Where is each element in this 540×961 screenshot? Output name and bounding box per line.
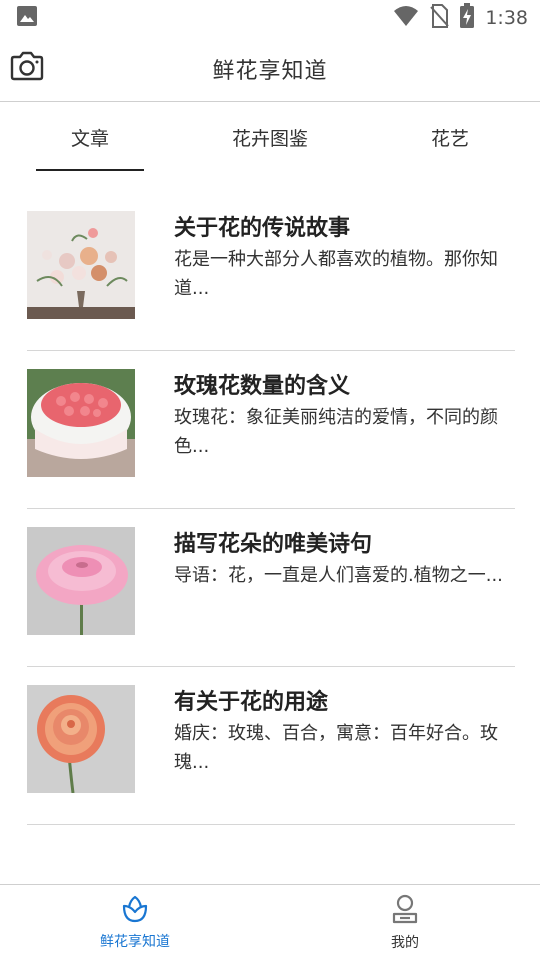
- article-title: 玫瑰花数量的含义: [174, 374, 351, 399]
- wifi-icon: [393, 5, 419, 31]
- article-description: 玫瑰花：象征美丽纯洁的爱情，不同的颜色...: [174, 407, 498, 457]
- no-sim-icon: [429, 4, 450, 32]
- profile-icon: [391, 894, 419, 928]
- image-notification-icon: [16, 5, 38, 31]
- article-text: 描写花朵的唯美诗句 导语：花，一直是人们喜爱的.植物之一...: [174, 527, 515, 590]
- article-item[interactable]: 玫瑰花数量的含义 玫瑰花：象征美丽纯洁的爱情，不同的颜色...: [27, 351, 515, 509]
- camera-icon: [9, 51, 45, 85]
- article-item[interactable]: 有关于花的用途 婚庆：玫瑰、百合，寓意：百年好合。玫瑰...: [27, 667, 515, 825]
- article-title: 关于花的传说故事: [174, 216, 351, 241]
- article-title: 有关于花的用途: [174, 690, 329, 715]
- bottom-nav: 鲜花享知道 我的: [0, 884, 540, 960]
- article-thumbnail: [27, 527, 135, 635]
- article-description: 导语：花，一直是人们喜爱的.植物之一...: [174, 565, 503, 586]
- tab-bar: 文章 花卉图鉴 花艺: [0, 103, 540, 171]
- article-thumbnail: [27, 685, 135, 793]
- article-text: 关于花的传说故事 花是一种大部分人都喜欢的植物。那你知道...: [174, 211, 515, 303]
- article-list: 关于花的传说故事 花是一种大部分人都喜欢的植物。那你知道... 玫瑰花数量的含义…: [27, 193, 515, 825]
- app-bar: 鲜花享知道: [0, 36, 540, 102]
- status-time: 1:38: [485, 7, 528, 29]
- nav-home-label: 鲜花享知道: [100, 934, 170, 950]
- tab-floral-art[interactable]: 花艺: [360, 103, 540, 171]
- page-title: 鲜花享知道: [212, 58, 328, 84]
- nav-mine-label: 我的: [391, 935, 419, 951]
- article-item[interactable]: 描写花朵的唯美诗句 导语：花，一直是人们喜爱的.植物之一...: [27, 509, 515, 667]
- article-description: 婚庆：玫瑰、百合，寓意：百年好合。玫瑰...: [174, 723, 498, 773]
- article-item[interactable]: 关于花的传说故事 花是一种大部分人都喜欢的植物。那你知道...: [27, 193, 515, 351]
- article-thumbnail: [27, 211, 135, 319]
- article-text: 有关于花的用途 婚庆：玫瑰、百合，寓意：百年好合。玫瑰...: [174, 685, 515, 777]
- flower-icon: [121, 895, 149, 927]
- camera-button[interactable]: [8, 50, 46, 86]
- article-description: 花是一种大部分人都喜欢的植物。那你知道...: [174, 249, 498, 299]
- battery-charging-icon: [459, 3, 475, 33]
- tab-articles[interactable]: 文章: [0, 103, 180, 171]
- nav-mine[interactable]: 我的: [270, 885, 540, 961]
- tab-flower-guide[interactable]: 花卉图鉴: [180, 103, 360, 171]
- status-bar: 1:38: [0, 0, 540, 36]
- article-thumbnail: [27, 369, 135, 477]
- article-title: 描写花朵的唯美诗句: [174, 532, 373, 557]
- nav-home[interactable]: 鲜花享知道: [0, 885, 270, 961]
- article-text: 玫瑰花数量的含义 玫瑰花：象征美丽纯洁的爱情，不同的颜色...: [174, 369, 515, 461]
